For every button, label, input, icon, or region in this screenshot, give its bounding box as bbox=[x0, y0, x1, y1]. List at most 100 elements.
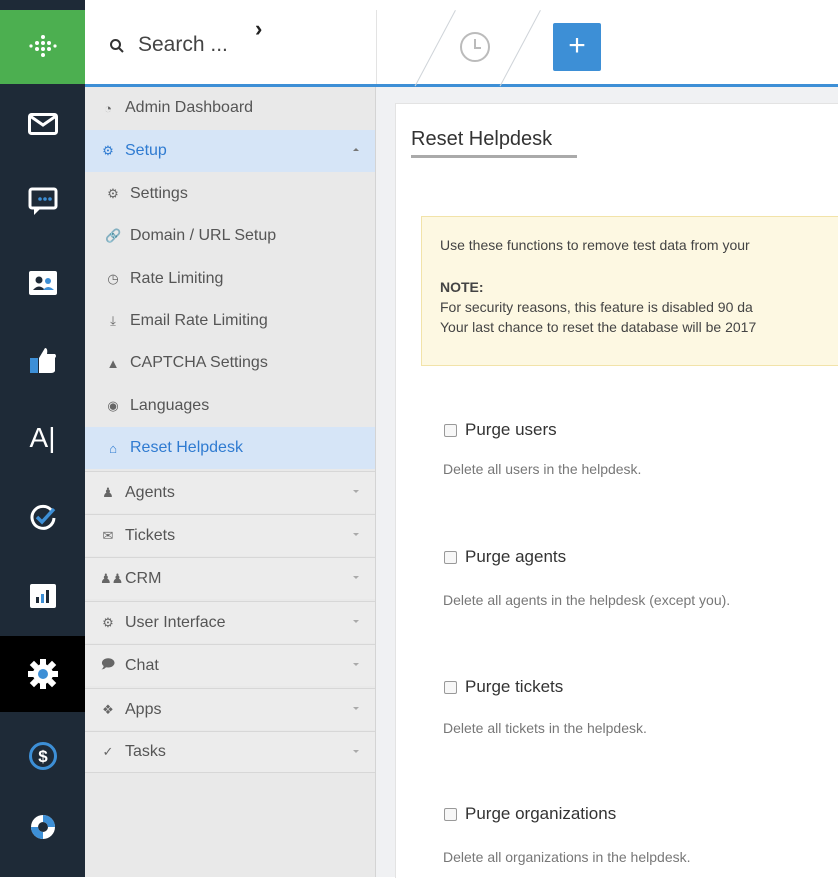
rail-reports[interactable] bbox=[0, 566, 85, 626]
sidebar-item-label: Admin Dashboard bbox=[125, 99, 254, 116]
admin-gear-icon bbox=[27, 659, 58, 689]
support-lifebuoy-icon bbox=[30, 815, 55, 839]
envelope-icon: ✉ bbox=[102, 527, 114, 543]
gear-icon: ⚙ bbox=[102, 143, 114, 158]
option-label: Purge tickets bbox=[465, 677, 564, 696]
rail-support[interactable] bbox=[0, 797, 85, 857]
sidebar-item-domain-url-setup[interactable]: 🔗 Domain / URL Setup bbox=[85, 215, 375, 257]
sidebar-item-captcha-settings[interactable]: ▲ CAPTCHA Settings bbox=[85, 342, 375, 384]
sidebar-item-label: Setup bbox=[125, 142, 167, 159]
sidebar-item-label: Chat bbox=[125, 656, 159, 674]
option-label: Purge users bbox=[465, 420, 557, 439]
app-logo[interactable] bbox=[0, 10, 85, 84]
rail-admin[interactable] bbox=[0, 636, 85, 712]
option-description: Delete all agents in the helpdesk (excep… bbox=[443, 592, 731, 608]
gear-icon: ⚙ bbox=[107, 186, 119, 201]
option-description: Delete all users in the helpdesk. bbox=[443, 461, 642, 477]
sidebar-item-label: Reset Helpdesk bbox=[130, 439, 243, 456]
notice-text: For security reasons, this feature is di… bbox=[440, 299, 753, 315]
sidebar-item-label: Apps bbox=[125, 700, 162, 718]
option-label: Purge organizations bbox=[465, 804, 617, 823]
mail-icon bbox=[27, 113, 58, 135]
sidebar-item-label: Domain / URL Setup bbox=[130, 227, 277, 244]
sidebar-item-agents[interactable]: ♟ Agents bbox=[85, 471, 375, 513]
chat-bubble-icon bbox=[28, 187, 57, 215]
sidebar-item-settings[interactable]: ⚙ Settings bbox=[85, 173, 375, 215]
search-box[interactable]: Search ... › bbox=[85, 10, 377, 84]
user-icon: ♟ bbox=[102, 484, 114, 500]
rail-chat[interactable] bbox=[0, 172, 85, 232]
recent-clock-icon[interactable] bbox=[458, 30, 492, 64]
rail-text[interactable]: A| bbox=[0, 408, 85, 468]
sidebar-item-crm[interactable]: ♟♟ CRM bbox=[85, 557, 375, 599]
caret-down-icon bbox=[353, 620, 359, 623]
sidebar-item-chat[interactable]: 🗩 Chat bbox=[85, 644, 375, 686]
notice-box: Use these functions to remove test data … bbox=[421, 216, 838, 366]
check-circle-icon: ✓ bbox=[102, 744, 114, 759]
sidebar-item-label: CAPTCHA Settings bbox=[130, 354, 268, 371]
sidebar-item-rate-limiting[interactable]: ◷ Rate Limiting bbox=[85, 258, 375, 300]
text-cursor-icon: A| bbox=[29, 422, 56, 453]
search-icon bbox=[110, 39, 124, 53]
caret-down-icon bbox=[353, 663, 359, 666]
search-input[interactable]: Search ... bbox=[138, 33, 228, 57]
rail-tasks[interactable] bbox=[0, 488, 85, 548]
purge-tickets-option[interactable]: Purge tickets bbox=[444, 677, 563, 697]
sidebar-item-apps[interactable]: ❖ Apps bbox=[85, 688, 375, 730]
sidebar-item-languages[interactable]: ◉ Languages bbox=[85, 385, 375, 427]
purge-users-option[interactable]: Purge users bbox=[444, 420, 557, 440]
sidebar-item-label: Agents bbox=[125, 483, 175, 501]
rail-mail[interactable] bbox=[0, 94, 85, 154]
chevron-right-icon[interactable]: › bbox=[255, 16, 262, 42]
sidebar-item-label: Email Rate Limiting bbox=[130, 312, 268, 329]
sidebar-item-email-rate-limiting[interactable]: ⤓ Email Rate Limiting bbox=[85, 300, 375, 342]
admin-sidebar: ◔ Admin Dashboard ⚙ Setup ⚙ Settings 🔗 D… bbox=[85, 87, 376, 877]
rail-feedback[interactable] bbox=[0, 330, 85, 390]
sidebar-item-reset-helpdesk[interactable]: ⌂ Reset Helpdesk bbox=[85, 427, 375, 469]
sidebar-item-user-interface[interactable]: ⚙ User Interface bbox=[85, 601, 375, 643]
sidebar-item-label: Settings bbox=[130, 185, 188, 202]
purge-users-checkbox[interactable] bbox=[444, 423, 457, 437]
sidebar-item-label: User Interface bbox=[125, 613, 226, 631]
billing-dollar-icon: $ bbox=[28, 742, 57, 770]
purge-agents-option[interactable]: Purge agents bbox=[444, 547, 566, 567]
caret-down-icon bbox=[353, 576, 359, 579]
svg-text:$: $ bbox=[38, 747, 48, 766]
gear-icon: ⚙ bbox=[102, 614, 114, 630]
clock-icon: ◷ bbox=[107, 271, 119, 286]
caret-down-icon bbox=[353, 490, 359, 493]
link-icon: 🔗 bbox=[105, 228, 122, 243]
notice-text: Use these functions to remove test data … bbox=[440, 237, 750, 253]
sidebar-item-label: CRM bbox=[125, 569, 162, 587]
add-new-button[interactable]: + bbox=[553, 23, 601, 71]
option-description: Delete all organizations in the helpdesk… bbox=[443, 849, 691, 865]
divider bbox=[414, 10, 456, 87]
rail-contacts[interactable] bbox=[0, 253, 85, 313]
option-description: Delete all tickets in the helpdesk. bbox=[443, 720, 647, 736]
sidebar-item-label: Rate Limiting bbox=[130, 270, 224, 287]
sidebar-item-label: Tickets bbox=[125, 526, 176, 544]
thumbs-up-icon: ▲ bbox=[106, 355, 120, 371]
purge-organizations-option[interactable]: Purge organizations bbox=[444, 804, 616, 824]
sidebar-item-setup[interactable]: ⚙ Setup bbox=[85, 130, 375, 172]
rail-billing[interactable]: $ bbox=[0, 726, 85, 786]
option-label: Purge agents bbox=[465, 547, 567, 566]
caret-down-icon bbox=[353, 707, 359, 710]
sidebar-item-tasks[interactable]: ✓ Tasks bbox=[85, 731, 375, 773]
purge-agents-checkbox[interactable] bbox=[444, 550, 457, 564]
sidebar-item-tickets[interactable]: ✉ Tickets bbox=[85, 514, 375, 556]
purge-tickets-checkbox[interactable] bbox=[444, 680, 457, 694]
contacts-icon bbox=[28, 271, 57, 295]
divider bbox=[499, 10, 541, 87]
tasks-check-icon bbox=[30, 504, 55, 530]
top-bar: Search ... › + bbox=[85, 10, 838, 87]
reports-chart-icon bbox=[29, 584, 56, 608]
caret-down-icon bbox=[353, 750, 359, 753]
sidebar-item-admin-dashboard[interactable]: ◔ Admin Dashboard bbox=[85, 87, 375, 129]
logo-dots-icon bbox=[28, 35, 57, 57]
app-rail: A| $ bbox=[0, 0, 85, 877]
dashboard-icon: ◔ bbox=[104, 100, 112, 116]
main-content: Reset Helpdesk Use these functions to re… bbox=[376, 87, 838, 878]
purge-organizations-checkbox[interactable] bbox=[444, 807, 457, 821]
title-underline bbox=[411, 155, 577, 158]
